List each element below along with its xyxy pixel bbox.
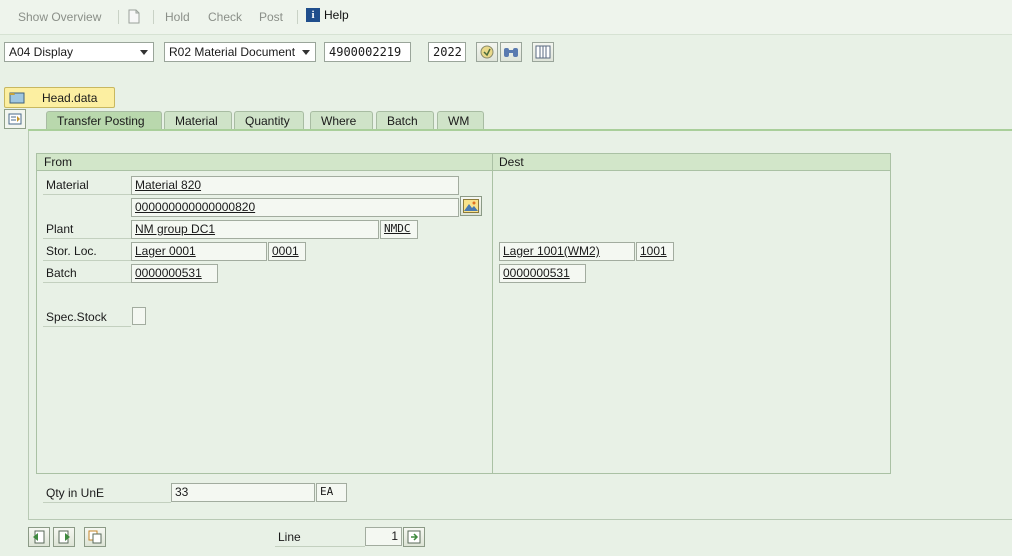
storage-location-code-field[interactable]: 0001 [268,242,306,261]
dest-storage-location-name-field[interactable]: Lager 1001(WM2) [499,242,635,261]
post-button[interactable]: Post [259,10,283,24]
tab-batch[interactable]: Batch [376,111,434,130]
tab-quantity[interactable]: Quantity [234,111,304,130]
toolbar-separator [118,10,119,24]
new-document-icon[interactable] [128,9,140,27]
tab-wm[interactable]: WM [437,111,484,130]
settings-button[interactable] [532,42,554,62]
storage-location-name-field[interactable]: Lager 0001 [131,242,267,261]
material-display-button[interactable] [460,196,482,216]
copy-icon [88,530,102,544]
expand-icon [8,113,22,125]
from-heading: From [44,155,72,169]
application-toolbar [0,0,1012,35]
plant-label: Plant [43,220,131,239]
info-icon: i [306,8,320,22]
previous-item-button[interactable] [28,527,50,547]
group-header [36,153,891,171]
material-number-field[interactable]: 000000000000000820 [131,198,459,217]
hold-button[interactable]: Hold [165,10,190,24]
year-field[interactable]: 2022 [428,42,466,62]
binoculars-icon [504,48,518,57]
next-item-button[interactable] [53,527,75,547]
batch-label: Batch [43,264,131,283]
dest-heading: Dest [499,155,524,169]
execute-button[interactable] [476,42,498,62]
storage-location-label: Stor. Loc. [43,242,131,261]
dest-storage-location-code-field[interactable]: 1001 [636,242,674,261]
line-label: Line [275,528,365,547]
next-page-icon [58,530,70,544]
head-data-button[interactable]: Head.data [4,87,115,108]
quantity-field[interactable]: 33 [171,483,315,502]
toggle-header-button[interactable] [4,109,26,129]
show-overview-button[interactable]: Show Overview [18,10,101,24]
tab-transfer-posting[interactable]: Transfer Posting [46,111,162,130]
go-to-line-button[interactable] [403,527,425,547]
plant-code-field[interactable]: NMDC [380,220,418,239]
chevron-down-icon [302,50,310,55]
go-to-line-icon [407,530,421,544]
help-label: Help [324,8,349,22]
reference-dropdown[interactable]: R02 Material Document [164,42,316,62]
header-icon [9,92,25,104]
tab-material[interactable]: Material [164,111,232,130]
batch-field[interactable]: 0000000531 [131,264,218,283]
copy-item-button[interactable] [84,527,106,547]
columns-icon [535,45,551,59]
check-button[interactable]: Check [208,10,242,24]
material-label: Material [43,176,131,195]
chevron-down-icon [140,50,148,55]
group-divider [492,153,493,474]
previous-page-icon [33,530,45,544]
quantity-label: Qty in UnE [43,484,171,503]
unit-field[interactable]: EA [316,483,347,502]
mountain-icon [463,199,479,213]
special-stock-label: Spec.Stock [43,308,131,327]
plant-name-field[interactable]: NM group DC1 [131,220,379,239]
help-button[interactable]: i Help [306,8,349,22]
reference-value: R02 Material Document [169,45,296,59]
tab-where[interactable]: Where [310,111,373,130]
action-value: A04 Display [9,45,74,59]
toolbar-separator [297,10,298,24]
material-description-field[interactable]: Material 820 [131,176,459,195]
document-number-field[interactable]: 4900002219 [324,42,411,62]
dest-batch-field[interactable]: 0000000531 [499,264,586,283]
find-button[interactable] [500,42,522,62]
special-stock-field[interactable] [132,307,146,325]
execute-icon [480,45,494,59]
action-dropdown[interactable]: A04 Display [4,42,154,62]
head-data-label: Head.data [42,91,98,105]
toolbar-separator [153,10,154,24]
line-number-field[interactable]: 1 [365,527,402,546]
